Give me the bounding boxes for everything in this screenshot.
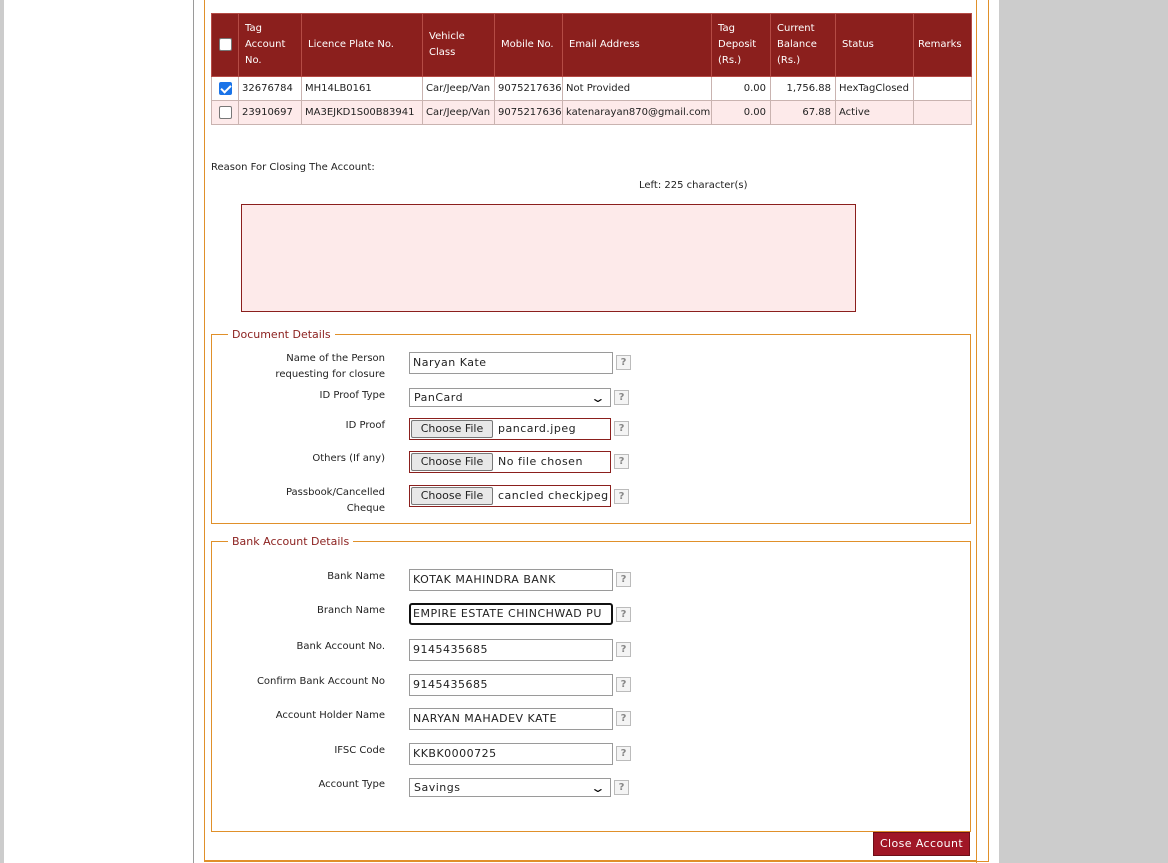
help-icon[interactable]: ? [616,711,631,726]
branch-name-label: Branch Name [317,605,385,616]
chevron-down-icon: ⌄ [590,781,608,795]
current-balance-cell: 1,756.88 [770,76,836,101]
col-header-tag-account: Tag Account No. [238,13,302,77]
passbook-file-name: cancled checkjpeg [498,489,609,502]
id-proof-file-input[interactable]: Choose File pancard.jpeg [409,418,611,440]
chevron-down-icon: ⌄ [590,391,608,405]
choose-file-button[interactable]: Choose File [411,487,493,505]
holder-name-label: Account Holder Name [275,710,385,721]
right-gutter [999,0,1168,863]
help-icon[interactable]: ? [614,454,629,469]
confirm-account-input[interactable]: 9145435685 [409,674,613,696]
vehicle-class-cell: Car/Jeep/Van [422,100,495,125]
ifsc-input[interactable]: KKBK0000725 [409,743,613,765]
col-header-remarks: Remarks [913,13,972,77]
choose-file-button[interactable]: Choose File [411,420,493,438]
passbook-label-line1: Passbook/Cancelled [285,487,385,498]
row-select-cell [211,76,239,101]
current-balance-cell: 67.88 [770,100,836,125]
mobile-cell: 9075217636 [494,76,563,101]
branch-name-input[interactable]: EMPIRE ESTATE CHINCHWAD PU [409,603,613,625]
bank-name-input[interactable]: KOTAK MAHINDRA BANK [409,569,613,591]
help-icon[interactable]: ? [614,421,629,436]
passbook-file-input[interactable]: Choose File cancled checkjpeg [409,485,611,507]
window-edge [0,0,4,863]
account-no-input[interactable]: 9145435685 [409,639,613,661]
row-checkbox[interactable] [218,82,232,95]
col-header-email: Email Address [562,13,712,77]
person-name-label: Name of the Person requesting for closur… [225,351,385,383]
col-header-status: Status [835,13,914,77]
close-account-button[interactable]: Close Account [873,832,970,856]
select-all-cell [211,13,239,77]
others-label: Others (If any) [312,453,385,464]
select-all-checkbox[interactable] [218,37,232,51]
help-icon[interactable]: ? [614,489,629,504]
table-row: 32676784 MH14LB0161 Car/Jeep/Van 9075217… [211,76,972,101]
row-select-cell [211,100,239,125]
mobile-cell: 9075217636 [494,100,563,125]
help-icon[interactable]: ? [616,746,631,761]
reason-label: Reason For Closing The Account: [211,162,375,173]
frame-rule [976,0,977,863]
licence-plate-cell: MA3EJKD1S00B83941 [301,100,423,125]
others-file-input[interactable]: Choose File No file chosen [409,451,611,473]
licence-plate-cell: MH14LB0161 [301,76,423,101]
tag-accounts-table: Tag Account No. Licence Plate No. Vehicl… [211,13,972,125]
col-header-mobile: Mobile No. [494,13,563,77]
account-no-label: Bank Account No. [296,641,385,652]
id-proof-label: ID Proof [345,420,385,431]
reason-textarea[interactable] [241,204,856,312]
remarks-cell [913,100,972,125]
tag-deposit-cell: 0.00 [711,76,771,101]
passbook-label: Passbook/Cancelled Cheque [225,485,385,517]
frame-bottom-rule [204,860,977,861]
help-icon[interactable]: ? [616,642,631,657]
others-file-name: No file chosen [498,455,583,468]
id-proof-file-name: pancard.jpeg [498,422,577,435]
help-icon[interactable]: ? [614,780,629,795]
help-icon[interactable]: ? [616,572,631,587]
person-name-label-line1: Name of the Person [286,353,385,364]
ifsc-label: IFSC Code [334,745,385,756]
col-header-licence-plate: Licence Plate No. [301,13,423,77]
tag-deposit-cell: 0.00 [711,100,771,125]
person-name-input[interactable]: Naryan Kate [409,352,613,374]
help-icon[interactable]: ? [616,355,631,370]
account-type-label: Account Type [318,779,385,790]
id-proof-type-value: PanCard [414,391,464,404]
tag-account-cell: 23910697 [238,100,302,125]
id-proof-type-label: ID Proof Type [319,390,385,401]
tag-account-cell: 32676784 [238,76,302,101]
row-checkbox[interactable] [218,106,232,119]
account-type-select[interactable]: Savings ⌄ [409,778,611,797]
account-type-value: Savings [414,781,461,794]
help-icon[interactable]: ? [616,607,631,622]
document-details-legend: Document Details [232,328,331,341]
passbook-label-line2: Cheque [346,503,385,514]
id-proof-type-select[interactable]: PanCard ⌄ [409,388,611,407]
table-header-row: Tag Account No. Licence Plate No. Vehicl… [211,13,972,77]
holder-name-input[interactable]: NARYAN MAHADEV KATE [409,708,613,730]
help-icon[interactable]: ? [616,677,631,692]
person-name-label-line2: requesting for closure [275,369,385,380]
col-header-current-balance: Current Balance (Rs.) [770,13,836,77]
choose-file-button[interactable]: Choose File [411,453,493,471]
help-icon[interactable]: ? [614,390,629,405]
col-header-tag-deposit: Tag Deposit (Rs.) [711,13,771,77]
confirm-account-label: Confirm Bank Account No [256,676,385,687]
email-cell: katenarayan870@gmail.com [562,100,712,125]
col-header-vehicle-class: Vehicle Class [422,13,495,77]
table-row: 23910697 MA3EJKD1S00B83941 Car/Jeep/Van … [211,100,972,125]
status-cell: HexTagClosed [835,76,914,101]
bank-name-label: Bank Name [327,571,385,582]
characters-left-counter: Left: 225 character(s) [639,180,748,191]
remarks-cell [913,76,972,101]
panel-divider [193,0,194,863]
bank-details-legend: Bank Account Details [232,535,350,548]
email-cell: Not Provided [562,76,712,101]
vehicle-class-cell: Car/Jeep/Van [422,76,495,101]
status-cell: Active [835,100,914,125]
